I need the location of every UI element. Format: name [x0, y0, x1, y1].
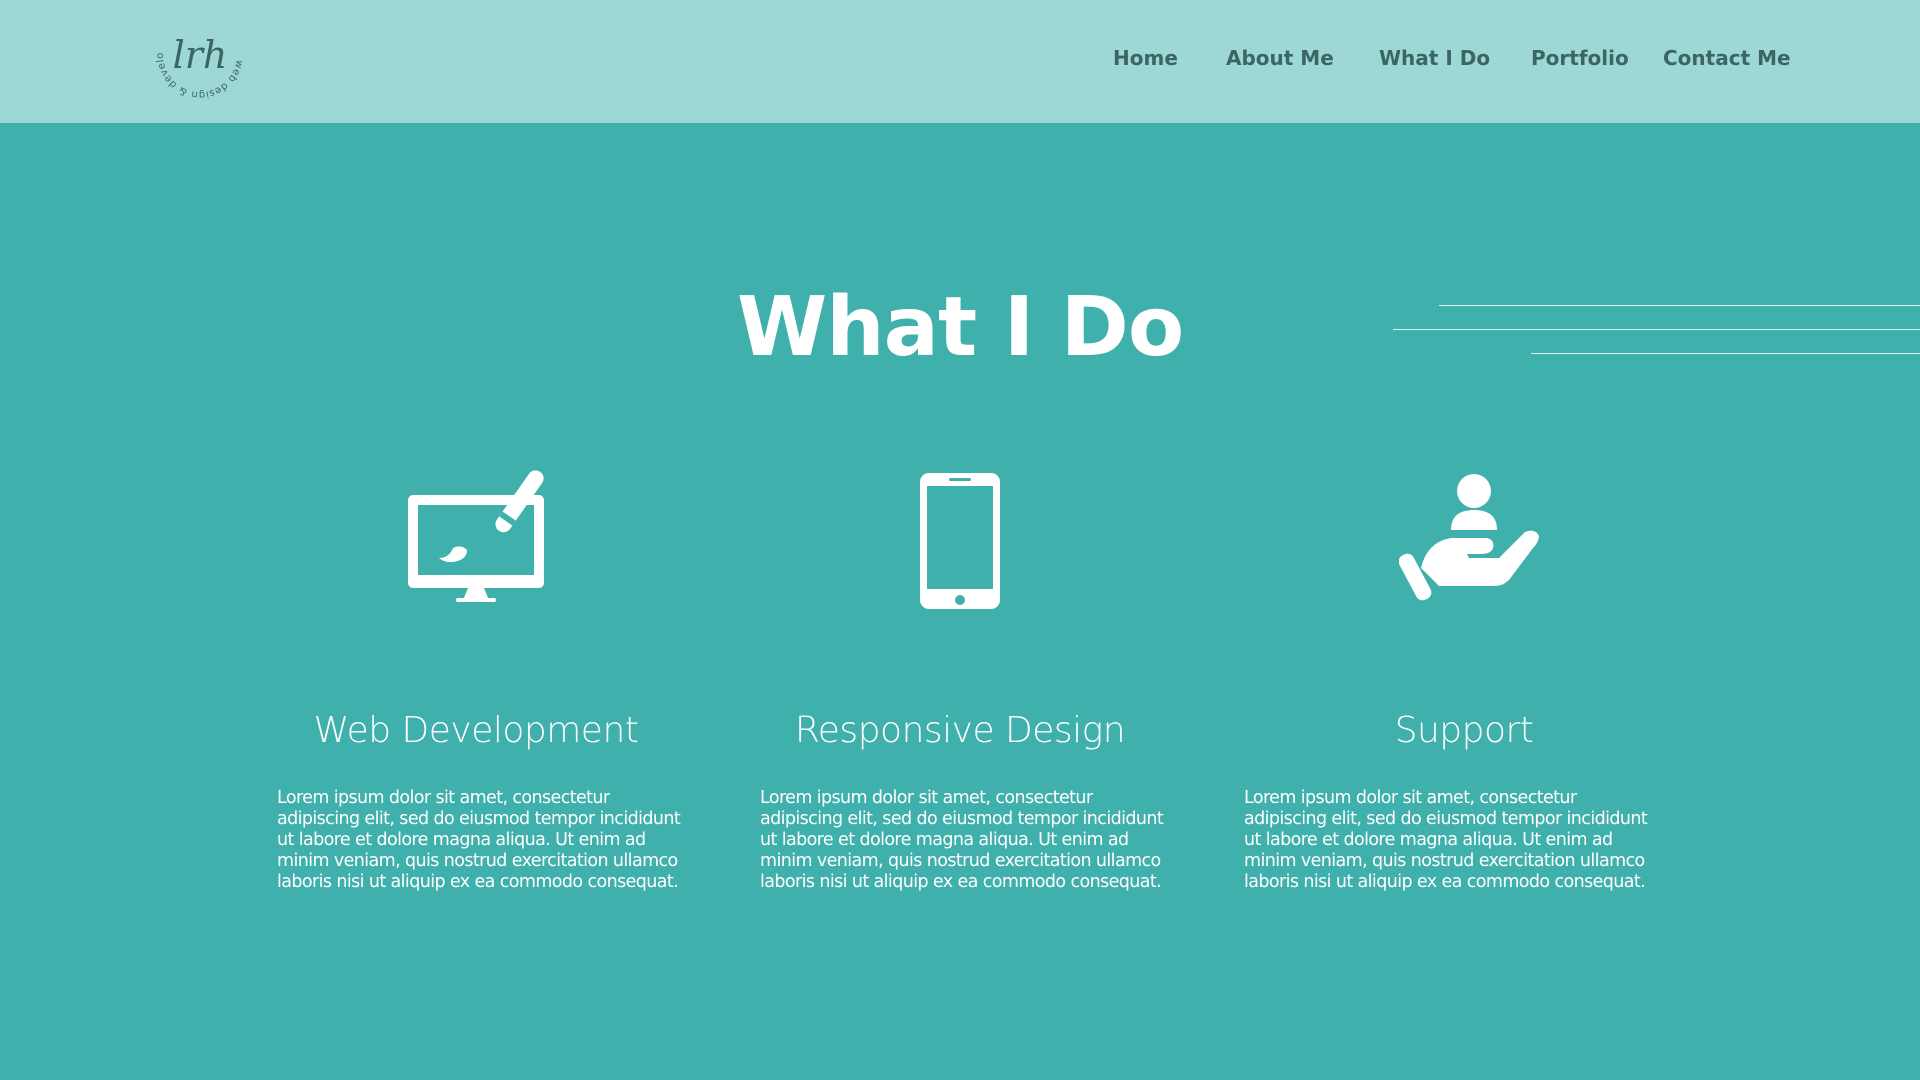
decorative-line-top	[1439, 305, 1920, 306]
smartphone-icon	[885, 470, 1035, 620]
decorative-line-middle	[1393, 329, 1920, 330]
decorative-line-bottom	[1531, 353, 1920, 354]
nav-about-me[interactable]: About Me	[1226, 46, 1334, 70]
section-title: What I Do	[736, 280, 1184, 375]
service-heading-support: Support	[1394, 710, 1534, 751]
service-body-web-development: Lorem ipsum dolor sit amet, consectetur …	[277, 788, 681, 892]
nav-home[interactable]: Home	[1113, 46, 1178, 70]
service-heading-responsive-design: Responsive Design	[794, 710, 1126, 751]
site-header: web design & development lrh Home About …	[0, 0, 1920, 123]
nav-portfolio[interactable]: Portfolio	[1531, 46, 1629, 70]
service-body-support: Lorem ipsum dolor sit amet, consectetur …	[1244, 788, 1648, 892]
service-heading-web-development: Web Development	[313, 710, 639, 751]
service-body-responsive-design: Lorem ipsum dolor sit amet, consectetur …	[760, 788, 1164, 892]
nav-what-i-do[interactable]: What I Do	[1379, 46, 1490, 70]
hand-person-support-icon	[1398, 470, 1549, 620]
main-nav: Home About Me What I Do Portfolio Contac…	[0, 0, 1920, 123]
monitor-paintbrush-icon	[401, 470, 551, 620]
nav-contact-me[interactable]: Contact Me	[1663, 46, 1791, 70]
